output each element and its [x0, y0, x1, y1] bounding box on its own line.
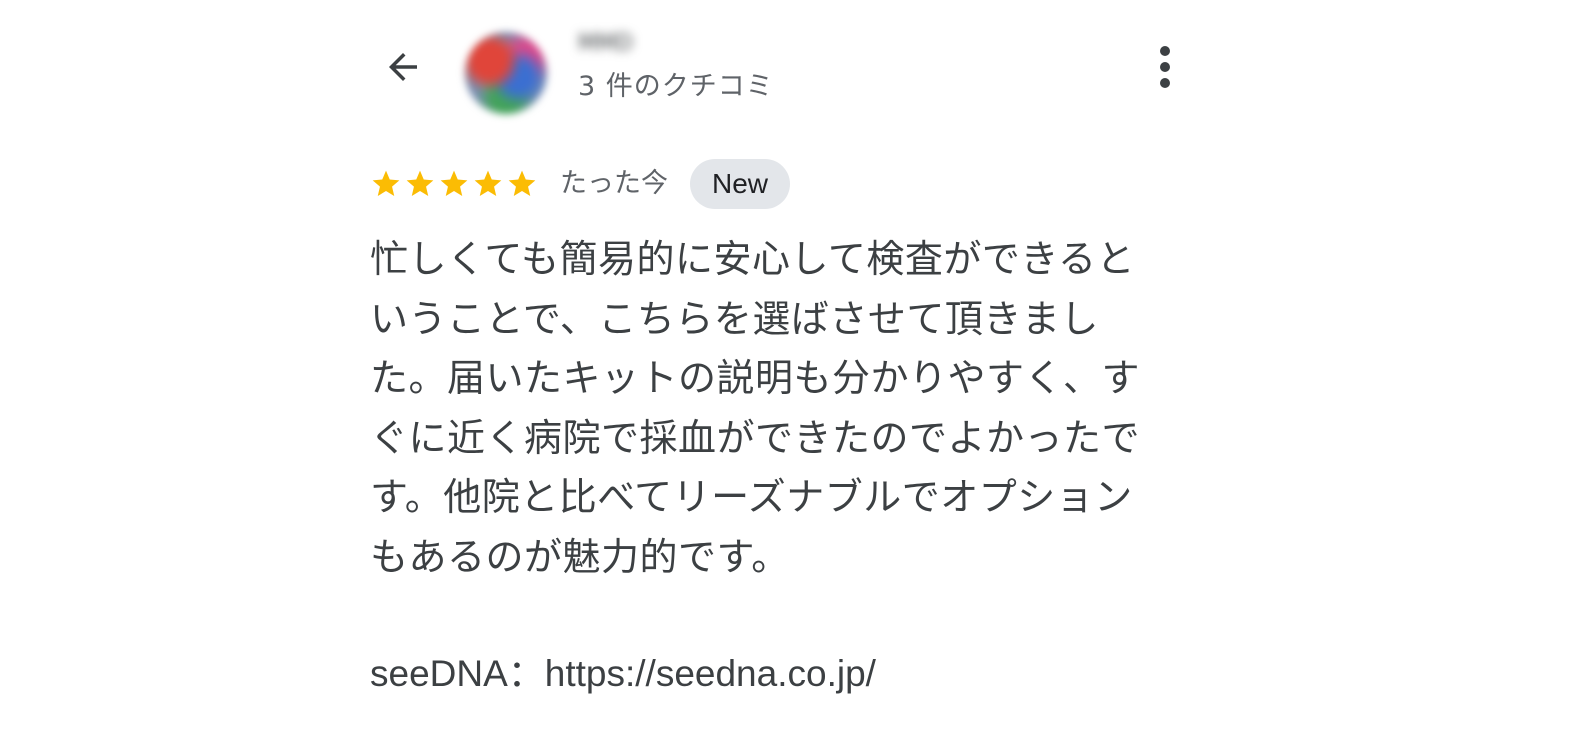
- review-text-line: もあるのが魅力的です。: [370, 534, 790, 579]
- review-text-line: 忙しくても簡易的に安心して検査ができると: [370, 237, 1136, 281]
- more-vert-icon: [1160, 46, 1170, 56]
- new-badge: New: [690, 159, 791, 209]
- back-button[interactable]: [380, 44, 426, 90]
- review-link-text[interactable]: seeDNA：https://seedna.co.jp/: [370, 648, 876, 700]
- review-text-line: いうことで、こちらを選ばさせて頂きまし: [370, 296, 1099, 341]
- review-text-line: た。届いたキットの説明も分かりやすく、す: [370, 356, 1141, 400]
- review-count: 3 件のクチコミ: [578, 71, 774, 102]
- star-rating: [370, 168, 538, 200]
- review-text-line: ぐに近く病院で採血ができたのでよかったで: [370, 415, 1141, 460]
- more-options-button[interactable]: [1150, 42, 1180, 92]
- rating-row: たった今 New: [370, 158, 791, 210]
- review-text: 忙しくても簡易的に安心して検査ができると いうことで、こちらを選ばさせて頂きまし…: [370, 230, 1170, 587]
- review-detail-screen: MMD 3 件のクチコミ たった今 New 忙しくても簡易的に安心して検査ができ…: [0, 0, 1595, 743]
- star-icon: [440, 170, 468, 196]
- review-text-line: す。他院と比べてリーズナブルでオプション: [370, 475, 1133, 519]
- avatar[interactable]: [465, 32, 547, 114]
- star-icon: [508, 170, 536, 196]
- star-icon: [474, 170, 502, 196]
- arrow-left-icon: [389, 53, 417, 81]
- star-icon: [406, 170, 434, 196]
- star-icon: [372, 170, 400, 196]
- review-time: たった今: [560, 168, 668, 199]
- reviewer-name[interactable]: MMD: [578, 26, 658, 62]
